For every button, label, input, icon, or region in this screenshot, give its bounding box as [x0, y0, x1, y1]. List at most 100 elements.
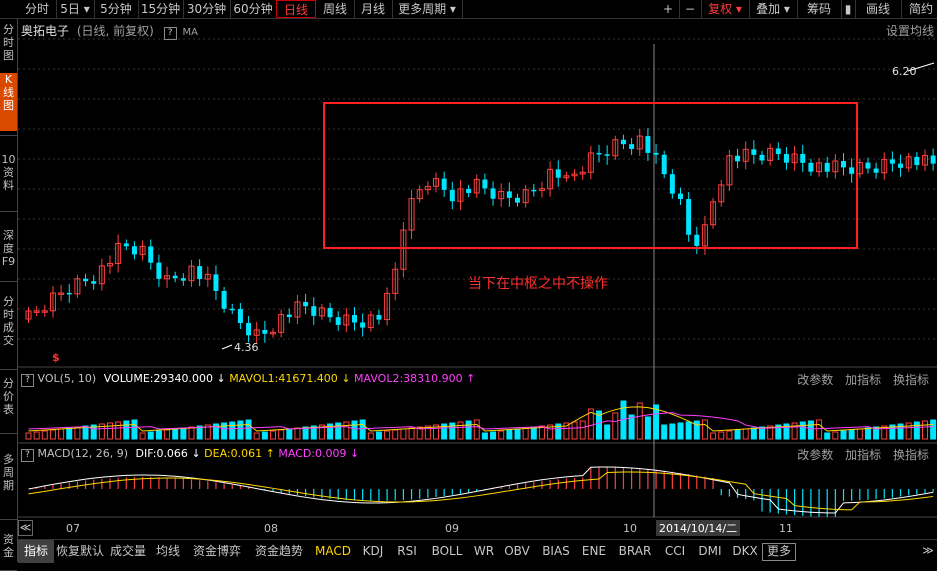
volume-bar	[294, 427, 301, 440]
indicator-tab-7[interactable]: KDJ	[356, 540, 390, 563]
stock-name: 奥拓电子	[21, 24, 70, 38]
vol-header: ? VOL(5, 10) VOLUME:29340.000 ↓ MAVOL1:4…	[21, 372, 475, 387]
volume-bar	[49, 429, 56, 440]
macd-add-indicator-button[interactable]: 加指标	[845, 448, 881, 462]
toolbar-right-button-5[interactable]: ▮	[841, 0, 856, 18]
candle-body	[262, 329, 268, 334]
period-tab-4[interactable]: 30分钟	[183, 0, 231, 18]
indicator-tab-11[interactable]: OBV	[498, 540, 536, 563]
sidebar-item-3[interactable]: 深度F9	[0, 229, 17, 277]
volume-bar	[726, 430, 733, 440]
xaxis-label-11: 11	[779, 522, 793, 535]
indicator-tab-5[interactable]: 资金趋势	[248, 540, 310, 563]
volume-bar	[229, 421, 236, 440]
toolbar-right-button-3[interactable]: 叠加 ▾	[749, 0, 798, 18]
candle-body	[751, 149, 757, 155]
toolbar-right-button-7[interactable]: 简约	[901, 0, 937, 18]
volume-bar	[172, 428, 179, 440]
candle-body	[930, 155, 936, 164]
vol-add-indicator-button[interactable]: 加指标	[845, 373, 881, 387]
period-tab-0[interactable]: 分时	[18, 0, 57, 18]
indicator-tab-8[interactable]: RSI	[390, 540, 424, 563]
sidebar-item-6[interactable]: 多周期	[0, 453, 17, 515]
indicator-tab-18[interactable]: 更多	[762, 543, 796, 561]
tabbar-scroll-right-button[interactable]: ≫	[919, 540, 937, 562]
macd-help-icon[interactable]: ?	[21, 449, 34, 462]
period-tab-6[interactable]: 日线	[276, 0, 316, 18]
candle-body	[303, 301, 309, 307]
set-ma-button[interactable]: 设置均线	[886, 22, 934, 39]
indicator-tab-10[interactable]: WR	[470, 540, 498, 563]
sidebar-item-7[interactable]: 资金	[0, 533, 17, 566]
toolbar-right-button-2[interactable]: 复权 ▾	[701, 0, 750, 18]
candle-body	[156, 262, 162, 279]
macd-edit-params-button[interactable]: 改参数	[797, 448, 833, 462]
period-tab-7[interactable]: 周线	[316, 0, 355, 18]
candle-body	[669, 174, 675, 194]
indicator-tab-9[interactable]: BOLL	[424, 540, 470, 563]
chart-subtitle: (日线, 前复权)	[76, 24, 154, 38]
vol-switch-indicator-button[interactable]: 换指标	[893, 373, 929, 387]
indicator-tab-15[interactable]: CCI	[658, 540, 692, 563]
volume-bar	[669, 423, 676, 440]
macd-switch-indicator-button[interactable]: 换指标	[893, 448, 929, 462]
indicator-tab-2[interactable]: 成交量	[106, 540, 150, 563]
candle-body	[506, 191, 512, 198]
candle-body	[645, 136, 651, 153]
indicator-tab-17[interactable]: DKX	[728, 540, 762, 563]
sidebar-item-4[interactable]: 分时成交	[0, 295, 17, 365]
indicator-tab-3[interactable]: 均线	[150, 540, 186, 563]
period-tab-5[interactable]: 60分钟	[230, 0, 277, 18]
indicator-tab-6[interactable]: MACD	[310, 540, 356, 563]
indicator-tab-14[interactable]: BRAR	[612, 540, 658, 563]
toolbar-right-button-0[interactable]: +	[657, 0, 680, 18]
chart-canvas[interactable]	[18, 19, 937, 519]
candle-body	[466, 188, 472, 194]
period-tab-8[interactable]: 月线	[354, 0, 393, 18]
toolbar-right-button-1[interactable]: −	[679, 0, 702, 18]
indicator-tab-1[interactable]: 恢复默认	[54, 540, 106, 563]
indicator-tab-0[interactable]: 指标	[18, 540, 54, 563]
candle-body	[515, 197, 520, 203]
volume-bar	[25, 432, 32, 440]
period-tab-1[interactable]: 5日 ▾	[56, 0, 95, 18]
candle-body	[83, 278, 89, 282]
volume-bar	[840, 430, 847, 440]
macd-title: MACD(12, 26, 9)	[37, 447, 129, 460]
volume-bar	[384, 430, 391, 440]
volume-bar	[490, 431, 497, 440]
candle-body	[286, 314, 292, 318]
sidebar-item-1[interactable]: K线图	[0, 73, 17, 131]
volume-bar	[66, 427, 73, 440]
toolbar-right-button-4[interactable]: 筹码	[797, 0, 842, 18]
candle-body	[482, 179, 488, 189]
candle-body	[775, 148, 781, 155]
indicator-tab-12[interactable]: BIAS	[536, 540, 576, 563]
sidebar-item-5[interactable]: 分价表	[0, 377, 17, 429]
period-tab-9[interactable]: 更多周期 ▾	[392, 0, 463, 18]
vol-edit-params-button[interactable]: 改参数	[797, 373, 833, 387]
sidebar-item-2[interactable]: 10资料	[0, 153, 17, 207]
indicator-tab-16[interactable]: DMI	[692, 540, 728, 563]
candle-body	[686, 199, 692, 235]
kline-chart-area[interactable]: 奥拓电子 (日线, 前复权) ? MA 设置均线 6.20 4.36 当下在中枢…	[18, 19, 937, 536]
period-tab-3[interactable]: 15分钟	[138, 0, 184, 18]
period-tab-2[interactable]: 5分钟	[94, 0, 139, 18]
vol-help-icon[interactable]: ?	[21, 374, 34, 387]
volume-bar	[473, 419, 480, 440]
volume-bar	[832, 431, 839, 440]
volume-bar	[922, 420, 928, 440]
volume-bar	[799, 421, 806, 440]
candle-body	[873, 168, 879, 173]
indicator-tab-4[interactable]: 资金博弈	[186, 540, 248, 563]
candle-body	[694, 234, 700, 246]
candle-body	[898, 163, 904, 168]
indicator-tab-13[interactable]: ENE	[576, 540, 612, 563]
help-icon[interactable]: ?	[163, 27, 177, 40]
volume-bar	[465, 420, 472, 440]
toolbar-right-button-6[interactable]: 画线	[855, 0, 902, 18]
volume-bar	[392, 429, 399, 440]
scroll-left-button[interactable]: ≪	[18, 520, 33, 536]
volume-bar	[188, 426, 195, 440]
sidebar-item-0[interactable]: 分时图	[0, 23, 17, 71]
